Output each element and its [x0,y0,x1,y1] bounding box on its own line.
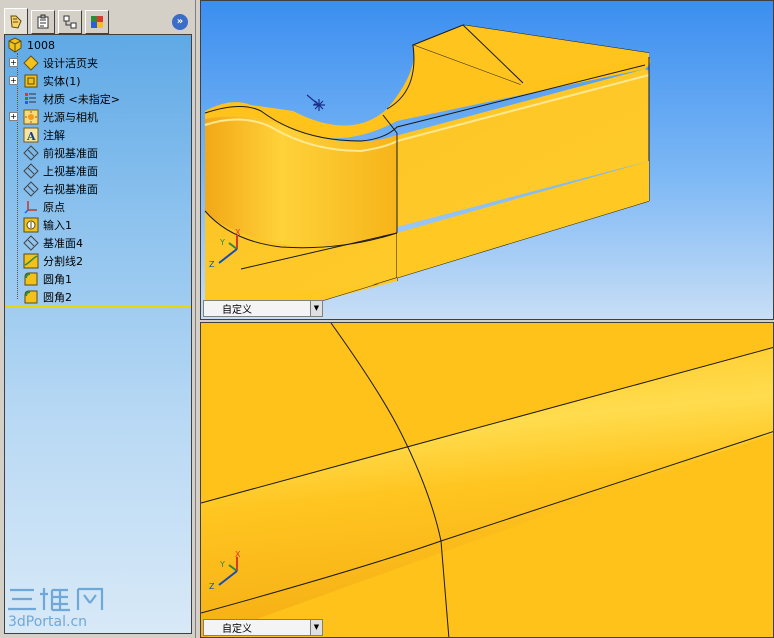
tab-propertymanager[interactable] [31,10,55,34]
triad-z-label: Z [209,260,215,269]
svg-text:A: A [26,130,36,143]
part-icon [7,37,23,53]
imported-body-icon [23,217,39,233]
tree-item-plane4[interactable]: 基准面4 [23,234,83,252]
triad-y-label: Y [219,560,225,569]
tree-item-label: 注解 [43,129,65,142]
tree-item-label: 圆角1 [43,273,72,286]
view-orientation-select[interactable]: 自定义 ▼ [203,300,323,317]
tab-displaymanager[interactable] [85,10,109,34]
graphics-viewport-bottom[interactable]: X Y Z 自定义 ▼ [200,322,774,638]
tree-root[interactable]: 1008 [7,36,55,54]
plane-icon [23,163,39,179]
displaymanager-icon [91,16,103,28]
chevron-down-icon[interactable]: ▼ [310,301,322,316]
tree-item-design-binder[interactable]: 设计活页夹 [23,54,98,72]
featuremanager-tree-icon [10,15,22,29]
tab-featuremanager[interactable] [4,8,28,34]
axis-triad-bottom: X Y Z [209,551,241,591]
expand-panel-button[interactable]: » [172,14,188,30]
tree-item-annotations[interactable]: A 注解 [23,126,65,144]
tree-item-label: 右视基准面 [43,183,98,196]
tab-configurationmanager[interactable] [58,10,82,34]
tree-item-label: 实体(1) [43,75,81,88]
tree-item-label: 光源与相机 [43,111,98,124]
tree-item-label: 前视基准面 [43,147,98,160]
tree-item-label: 设计活页夹 [43,57,98,70]
watermark-url: 3dPortal.cn [8,614,88,630]
triad-x-label: X [235,229,241,237]
chevron-down-icon[interactable]: ▼ [310,620,322,635]
propertymanager-icon [37,14,49,29]
tree-item-split-line2[interactable]: 分割线2 [23,252,83,270]
fillet-icon [23,289,39,305]
triad-z-label: Z [209,582,215,591]
feature-tree: 1008 设计活页夹 实体(1) 材质 <未指定> 光源与相机 A 注解 前视基… [4,34,192,634]
tree-item-fillet2[interactable]: 圆角2 [23,288,72,306]
rollback-bar[interactable] [5,306,191,308]
configurationmanager-icon [63,15,77,29]
plane-icon [23,235,39,251]
tree-item-fillet1[interactable]: 圆角1 [23,270,72,288]
watermark-logo [8,587,104,612]
view-orientation-value: 自定义 [222,624,252,635]
solid-bodies-icon [23,73,39,89]
annotations-icon: A [23,127,39,143]
tree-item-front-plane[interactable]: 前视基准面 [23,144,98,162]
lights-cameras-icon [23,109,39,125]
tree-item-label: 原点 [43,201,65,214]
plane-icon [23,145,39,161]
tree-item-label: 输入1 [43,219,72,232]
axis-triad-top: X Y Z [209,229,241,269]
tree-root-label: 1008 [27,38,55,52]
tree-item-origin[interactable]: 原点 [23,198,65,216]
tree-item-label: 分割线2 [43,255,83,268]
triad-y-label: Y [219,238,225,247]
tree-item-label: 基准面4 [43,237,83,250]
solidworks-window: » 1008 设计活页夹 实体(1) 材质 <未指定> 光源与相机 A 注解 前… [0,0,774,638]
fillet-icon [23,271,39,287]
design-binder-icon [23,55,39,71]
tree-item-solid-bodies[interactable]: 实体(1) [23,72,81,90]
view-orientation-select[interactable]: 自定义 ▼ [203,619,323,636]
graphics-viewport-top[interactable]: X Y Z 自定义 ▼ [200,0,774,320]
expand-toggle[interactable]: + [9,76,18,85]
tree-item-material[interactable]: 材质 <未指定> [23,90,120,108]
tree-item-label: 材质 <未指定> [43,93,120,106]
plane-icon [23,181,39,197]
tree-item-right-plane[interactable]: 右视基准面 [23,180,98,198]
tree-item-top-plane[interactable]: 上视基准面 [23,162,98,180]
tree-item-lights-cameras[interactable]: 光源与相机 [23,108,98,126]
tree-item-import1[interactable]: 输入1 [23,216,72,234]
view-orientation-value: 自定义 [222,305,252,316]
origin-icon [23,199,39,215]
triad-x-label: X [235,551,241,559]
expand-toggle[interactable]: + [9,112,18,121]
material-icon [23,91,39,107]
tree-guide-line [17,53,18,299]
manager-tab-strip: » [2,4,194,34]
expand-toggle[interactable]: + [9,58,18,67]
tree-item-label: 上视基准面 [43,165,98,178]
split-line-icon [23,253,39,269]
model-view-top [204,24,651,302]
feature-manager-panel: » 1008 设计活页夹 实体(1) 材质 <未指定> 光源与相机 A 注解 前… [0,0,196,638]
model-view-bottom [201,323,773,637]
tree-item-label: 圆角2 [43,291,72,304]
